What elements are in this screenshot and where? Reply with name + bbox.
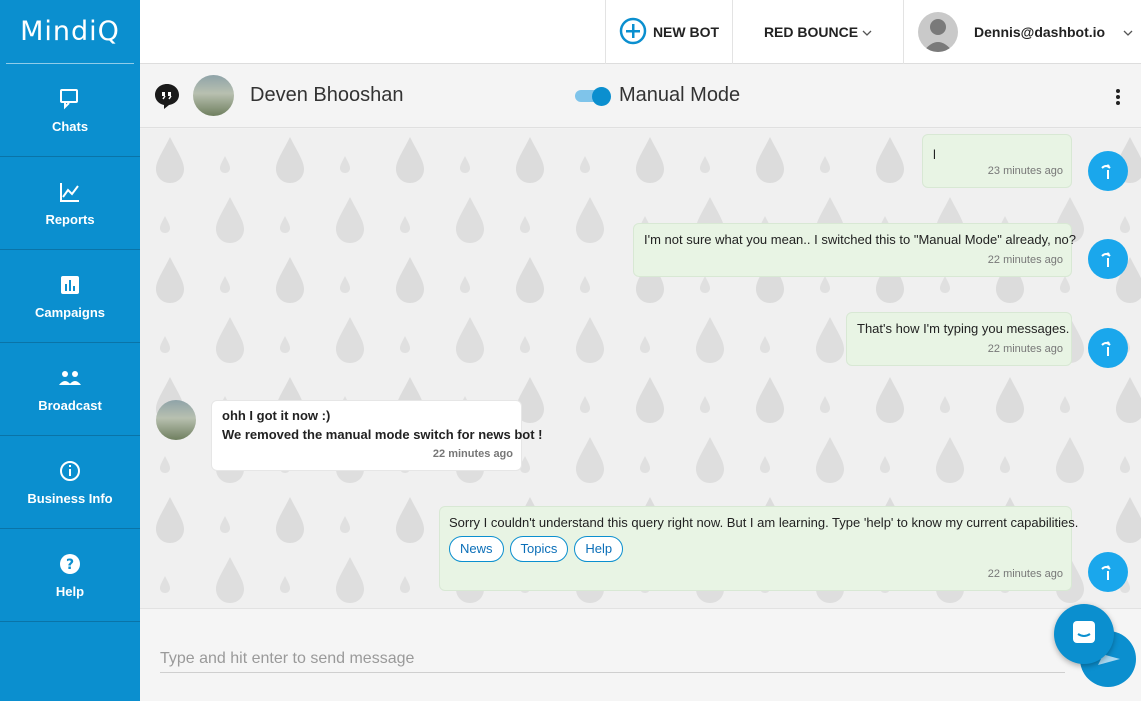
- user-email: Dennis@dashbot.io: [974, 24, 1106, 40]
- chat-bubbles-icon: [58, 87, 82, 111]
- new-bot-label: NEW BOT: [652, 24, 720, 40]
- quick-reply-help[interactable]: Help: [574, 536, 624, 562]
- message-time: 23 minutes ago: [987, 165, 1063, 177]
- sidebar: MindiQ Chats Reports Campaigns Broadcast…: [0, 0, 140, 701]
- message-time: 22 minutes ago: [987, 254, 1063, 266]
- contact-avatar: [193, 75, 234, 116]
- sidebar-item-label: Business Info: [27, 490, 113, 506]
- message-text: That's how I'm typing you messages.: [857, 321, 1070, 336]
- contact-avatar: [156, 400, 196, 440]
- chat-icon: [1070, 618, 1098, 651]
- bot-selector[interactable]: RED BOUNCE: [732, 0, 903, 64]
- sidebar-item-chats[interactable]: Chats: [0, 64, 140, 157]
- quick-reply-news[interactable]: News: [449, 536, 504, 562]
- message-text: Sorry I couldn't understand this query r…: [449, 515, 1079, 530]
- message-text-line-2: We removed the manual mode switch for ne…: [222, 427, 543, 442]
- quick-replies: News Topics Help: [449, 536, 629, 562]
- chat-header: Deven Bhooshan Manual Mode: [140, 64, 1141, 128]
- plus-circle-icon: [619, 17, 647, 48]
- quick-reply-topics[interactable]: Topics: [509, 536, 569, 562]
- message-time: 22 minutes ago: [432, 448, 513, 460]
- quote-icon: [154, 83, 180, 109]
- sidebar-item-label: Broadcast: [38, 397, 102, 413]
- bot-message: That's how I'm typing you messages. 22 m…: [846, 312, 1072, 366]
- new-bot-button[interactable]: NEW BOT: [605, 0, 732, 64]
- bot-avatar: [1088, 552, 1128, 592]
- logo-text: MindiQ: [20, 16, 120, 47]
- bot-message: Sorry I couldn't understand this query r…: [439, 506, 1078, 591]
- message-text-line-1: ohh I got it now :): [222, 408, 331, 423]
- user-avatar: [918, 12, 958, 52]
- bot-avatar: [1088, 328, 1128, 368]
- message-text: l: [933, 147, 936, 162]
- message-input[interactable]: [160, 645, 1065, 673]
- message-list[interactable]: l 23 minutes ago I'm not sure what you m…: [140, 129, 1141, 608]
- message-time: 22 minutes ago: [987, 343, 1063, 355]
- user-menu[interactable]: Dennis@dashbot.io: [903, 0, 1141, 64]
- composer: [140, 608, 1141, 701]
- info-icon: [58, 459, 82, 483]
- bot-message: l 23 minutes ago: [922, 134, 1072, 188]
- bot-avatar: [1088, 151, 1128, 191]
- support-chat-button[interactable]: [1054, 604, 1114, 664]
- svg-text:?: ?: [66, 557, 74, 573]
- bot-message: I'm not sure what you mean.. I switched …: [633, 223, 1076, 277]
- sidebar-item-campaigns[interactable]: Campaigns: [0, 250, 140, 343]
- sidebar-item-help[interactable]: ? Help: [0, 529, 140, 622]
- logo[interactable]: MindiQ: [6, 0, 134, 64]
- bot-avatar: [1088, 239, 1128, 279]
- sidebar-item-label: Help: [55, 583, 85, 599]
- contact-name: Deven Bhooshan: [250, 84, 404, 106]
- sidebar-item-label: Campaigns: [34, 304, 106, 320]
- sidebar-item-label: Chats: [51, 118, 89, 134]
- help-icon: ?: [58, 552, 82, 576]
- chevron-down-icon: [1123, 24, 1133, 40]
- sidebar-item-business-info[interactable]: Business Info: [0, 436, 140, 529]
- manual-mode-toggle[interactable]: [575, 87, 611, 106]
- sidebar-item-broadcast[interactable]: Broadcast: [0, 343, 140, 436]
- more-vertical-icon[interactable]: [1115, 88, 1121, 106]
- sidebar-item-reports[interactable]: Reports: [0, 157, 140, 250]
- manual-mode-label: Manual Mode: [619, 84, 741, 106]
- top-bar: NEW BOT RED BOUNCE Dennis@dashbot.io: [140, 0, 1141, 64]
- people-icon: [58, 366, 82, 390]
- bar-chart-icon: [58, 273, 82, 297]
- bot-selector-label: RED BOUNCE: [763, 24, 859, 40]
- message-time: 22 minutes ago: [987, 568, 1063, 580]
- message-text: I'm not sure what you mean.. I switched …: [644, 232, 1077, 247]
- sidebar-item-label: Reports: [45, 211, 95, 227]
- line-chart-icon: [58, 180, 82, 204]
- user-message: ohh I got it now :) We removed the manua…: [211, 400, 542, 471]
- chevron-down-icon: [862, 24, 872, 40]
